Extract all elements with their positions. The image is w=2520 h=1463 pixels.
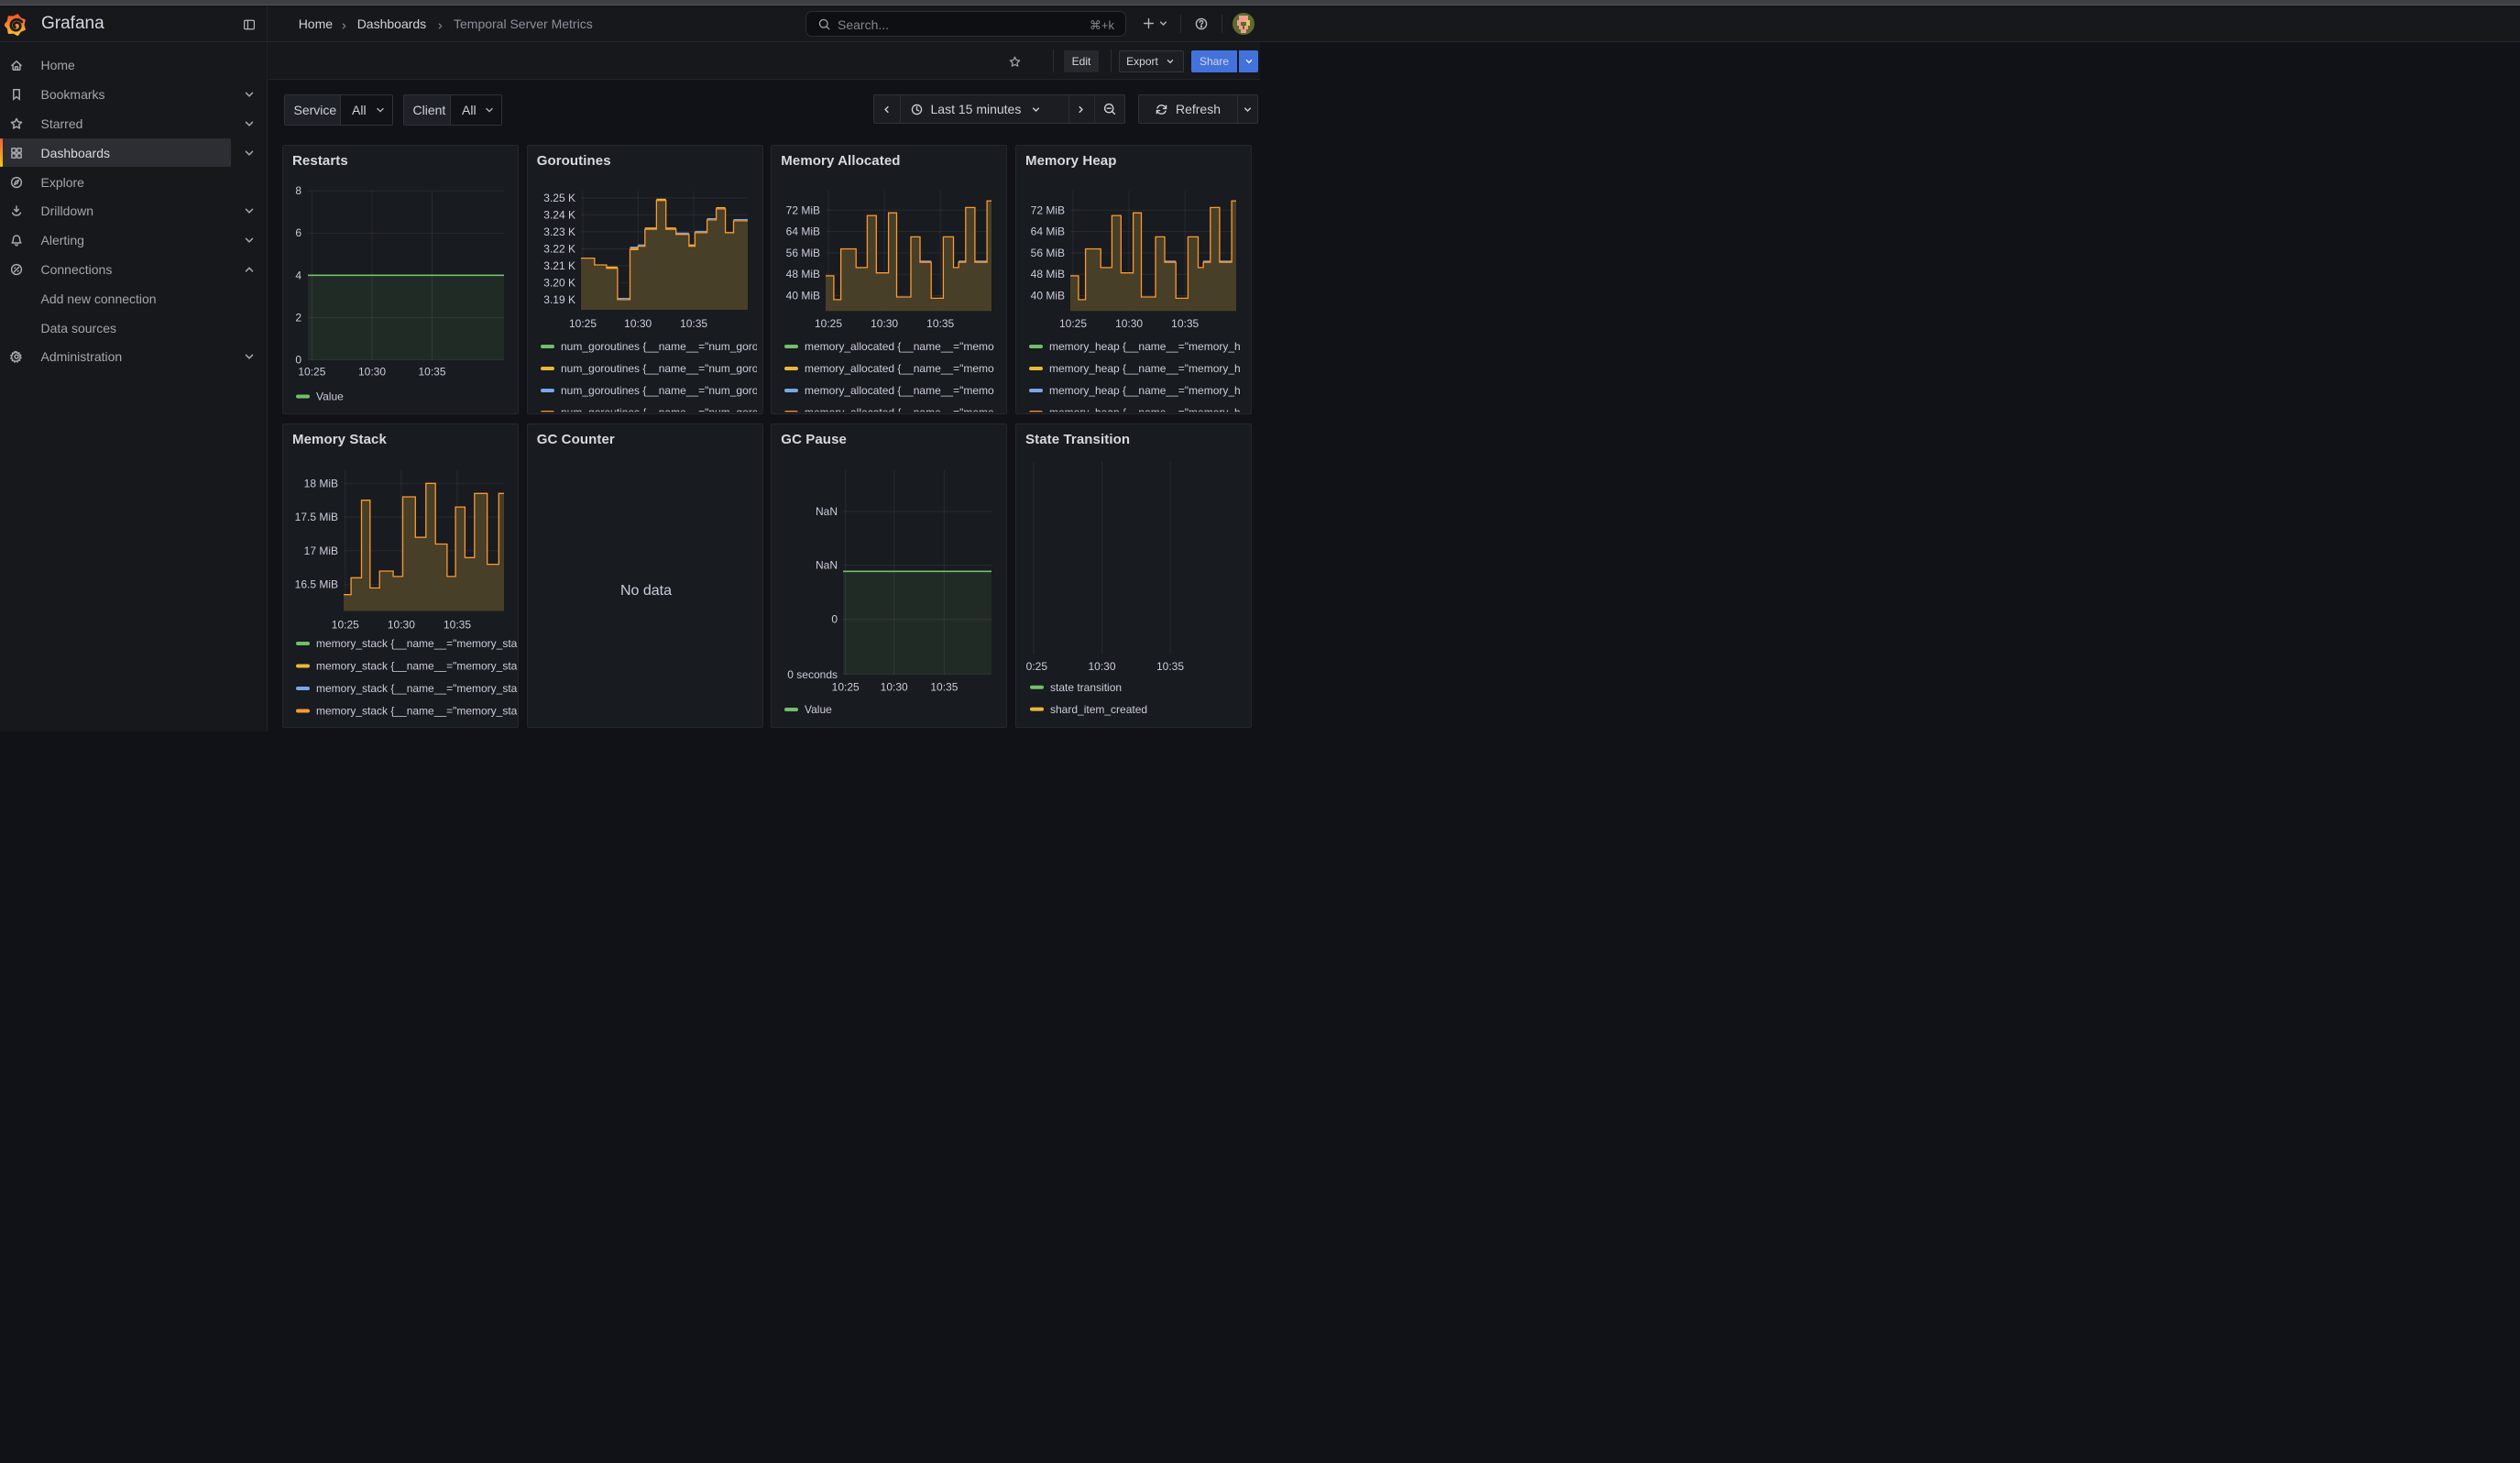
svg-text:48 MiB: 48 MiB xyxy=(786,268,820,280)
svg-text:3.21 K: 3.21 K xyxy=(543,258,575,271)
svg-text:3.19 K: 3.19 K xyxy=(543,292,575,305)
svg-text:num_goroutines {__name__="num_: num_goroutines {__name__="num_gorout xyxy=(561,340,764,353)
svg-text:10:35: 10:35 xyxy=(1156,660,1184,673)
svg-text:10:25: 10:25 xyxy=(569,317,597,330)
svg-text:64 MiB: 64 MiB xyxy=(1031,225,1065,237)
svg-text:40 MiB: 40 MiB xyxy=(786,289,820,302)
svg-text:3.25 K: 3.25 K xyxy=(543,191,575,204)
svg-text:72 MiB: 72 MiB xyxy=(1031,204,1065,216)
svg-text:10:30: 10:30 xyxy=(1115,317,1143,330)
svg-text:10:25: 10:25 xyxy=(298,365,325,378)
svg-text:0: 0 xyxy=(295,353,301,366)
svg-text:3.20 K: 3.20 K xyxy=(543,276,575,289)
svg-text:18 MiB: 18 MiB xyxy=(304,477,338,490)
svg-text:NaN: NaN xyxy=(816,505,838,518)
svg-text:10:25: 10:25 xyxy=(1020,660,1047,673)
svg-text:memory_allocated {__name__="me: memory_allocated {__name__="memo xyxy=(805,384,994,397)
svg-text:Value: Value xyxy=(316,390,344,402)
svg-text:10:30: 10:30 xyxy=(358,365,386,378)
svg-text:10:25: 10:25 xyxy=(332,619,359,632)
svg-text:0: 0 xyxy=(832,613,838,626)
svg-text:64 MiB: 64 MiB xyxy=(786,225,820,237)
svg-text:10:35: 10:35 xyxy=(926,317,954,330)
svg-text:10:25: 10:25 xyxy=(1059,317,1087,330)
svg-text:17 MiB: 17 MiB xyxy=(304,544,338,557)
svg-text:num_goroutines {__name__="num_: num_goroutines {__name__="num_gorout xyxy=(561,362,764,375)
svg-text:No data: No data xyxy=(620,583,672,599)
svg-text:16.5 MiB: 16.5 MiB xyxy=(295,578,338,591)
svg-text:10:35: 10:35 xyxy=(680,317,707,330)
svg-text:memory_stack {__name__="memory: memory_stack {__name__="memory_sta xyxy=(316,660,518,673)
svg-text:num_goroutines {__name__="num_: num_goroutines {__name__="num_gorout xyxy=(561,384,764,397)
svg-text:10:25: 10:25 xyxy=(815,317,842,330)
svg-text:56 MiB: 56 MiB xyxy=(786,246,820,258)
svg-text:10:30: 10:30 xyxy=(881,681,908,694)
svg-text:10:25: 10:25 xyxy=(832,681,860,694)
svg-text:3.24 K: 3.24 K xyxy=(543,208,575,221)
svg-text:memory_stack {__name__="memory: memory_stack {__name__="memory_sta xyxy=(316,705,518,718)
svg-text:memory_allocated {__name__="me: memory_allocated {__name__="memo xyxy=(805,340,994,353)
svg-text:NaN: NaN xyxy=(816,559,838,572)
svg-text:56 MiB: 56 MiB xyxy=(1031,246,1065,258)
svg-text:memory_stack {__name__="memory: memory_stack {__name__="memory_sta xyxy=(316,637,518,650)
svg-text:3.22 K: 3.22 K xyxy=(543,242,575,255)
svg-text:6: 6 xyxy=(295,226,301,239)
svg-text:state transition: state transition xyxy=(1050,681,1122,694)
svg-text:10:30: 10:30 xyxy=(1088,660,1115,673)
svg-text:0 seconds: 0 seconds xyxy=(788,668,838,681)
svg-text:memory_stack {__name__="memory: memory_stack {__name__="memory_sta xyxy=(316,682,518,695)
svg-text:memory_heap {__name__="memory_: memory_heap {__name__="memory_h xyxy=(1049,406,1241,415)
svg-text:48 MiB: 48 MiB xyxy=(1031,268,1065,280)
svg-text:10:30: 10:30 xyxy=(624,317,652,330)
svg-text:8: 8 xyxy=(295,184,301,197)
svg-text:10:35: 10:35 xyxy=(444,619,471,632)
svg-text:shard_item_created: shard_item_created xyxy=(1050,703,1147,716)
svg-text:10:30: 10:30 xyxy=(388,619,415,632)
svg-text:72 MiB: 72 MiB xyxy=(786,204,820,216)
svg-text:memory_heap {__name__="memory_: memory_heap {__name__="memory_h xyxy=(1049,384,1241,397)
svg-text:memory_heap {__name__="memory_: memory_heap {__name__="memory_h xyxy=(1049,362,1241,375)
svg-text:num_goroutines {__name__="num_: num_goroutines {__name__="num_gorout xyxy=(561,406,764,415)
svg-text:10:35: 10:35 xyxy=(931,681,959,694)
svg-text:memory_allocated {__name__="me: memory_allocated {__name__="memo xyxy=(805,362,994,375)
svg-text:10:30: 10:30 xyxy=(871,317,898,330)
svg-text:Value: Value xyxy=(805,703,832,716)
svg-text:2: 2 xyxy=(295,311,301,324)
svg-text:10:35: 10:35 xyxy=(1171,317,1199,330)
svg-text:memory_allocated {__name__="me: memory_allocated {__name__="memo xyxy=(805,406,994,415)
svg-text:10:35: 10:35 xyxy=(418,365,445,378)
svg-text:3.23 K: 3.23 K xyxy=(543,225,575,237)
svg-text:17.5 MiB: 17.5 MiB xyxy=(295,511,338,523)
svg-text:memory_heap {__name__="memory_: memory_heap {__name__="memory_h xyxy=(1049,340,1241,353)
svg-text:4: 4 xyxy=(295,269,301,281)
svg-text:40 MiB: 40 MiB xyxy=(1031,289,1065,302)
